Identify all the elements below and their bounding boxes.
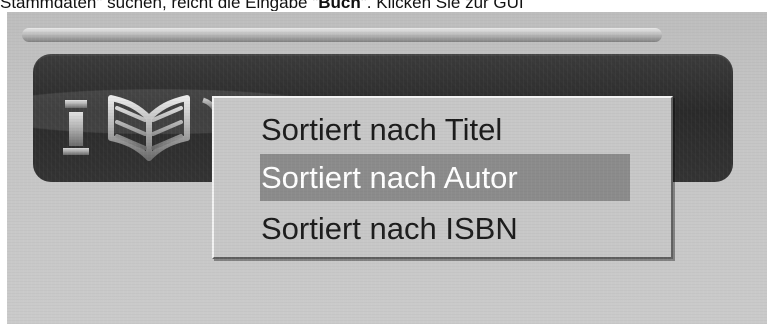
top-caption: Stammdaten" suchen, reicht die Eingabe "…: [0, 0, 775, 11]
caption-suffix: ". Klicken Sie zur GUI: [360, 0, 524, 11]
context-menu: Sortiert nach Titel Sortiert nach Autor …: [212, 96, 673, 259]
menu-item-sort-author[interactable]: Sortiert nach Autor: [260, 154, 630, 201]
menu-item-sort-isbn[interactable]: Sortiert nach ISBN: [260, 205, 630, 252]
caption-bold-term: Buch: [318, 0, 361, 11]
caption-prefix: Stammdaten: [0, 0, 97, 11]
top-bar: [22, 28, 662, 42]
book-logo-icon: [57, 82, 218, 162]
caption-middle: " suchen, reicht die Eingabe ": [96, 0, 319, 11]
screenshot-region: Sortiert nach Titel Sortiert nach Autor …: [7, 12, 767, 324]
menu-item-sort-title[interactable]: Sortiert nach Titel: [260, 106, 630, 153]
